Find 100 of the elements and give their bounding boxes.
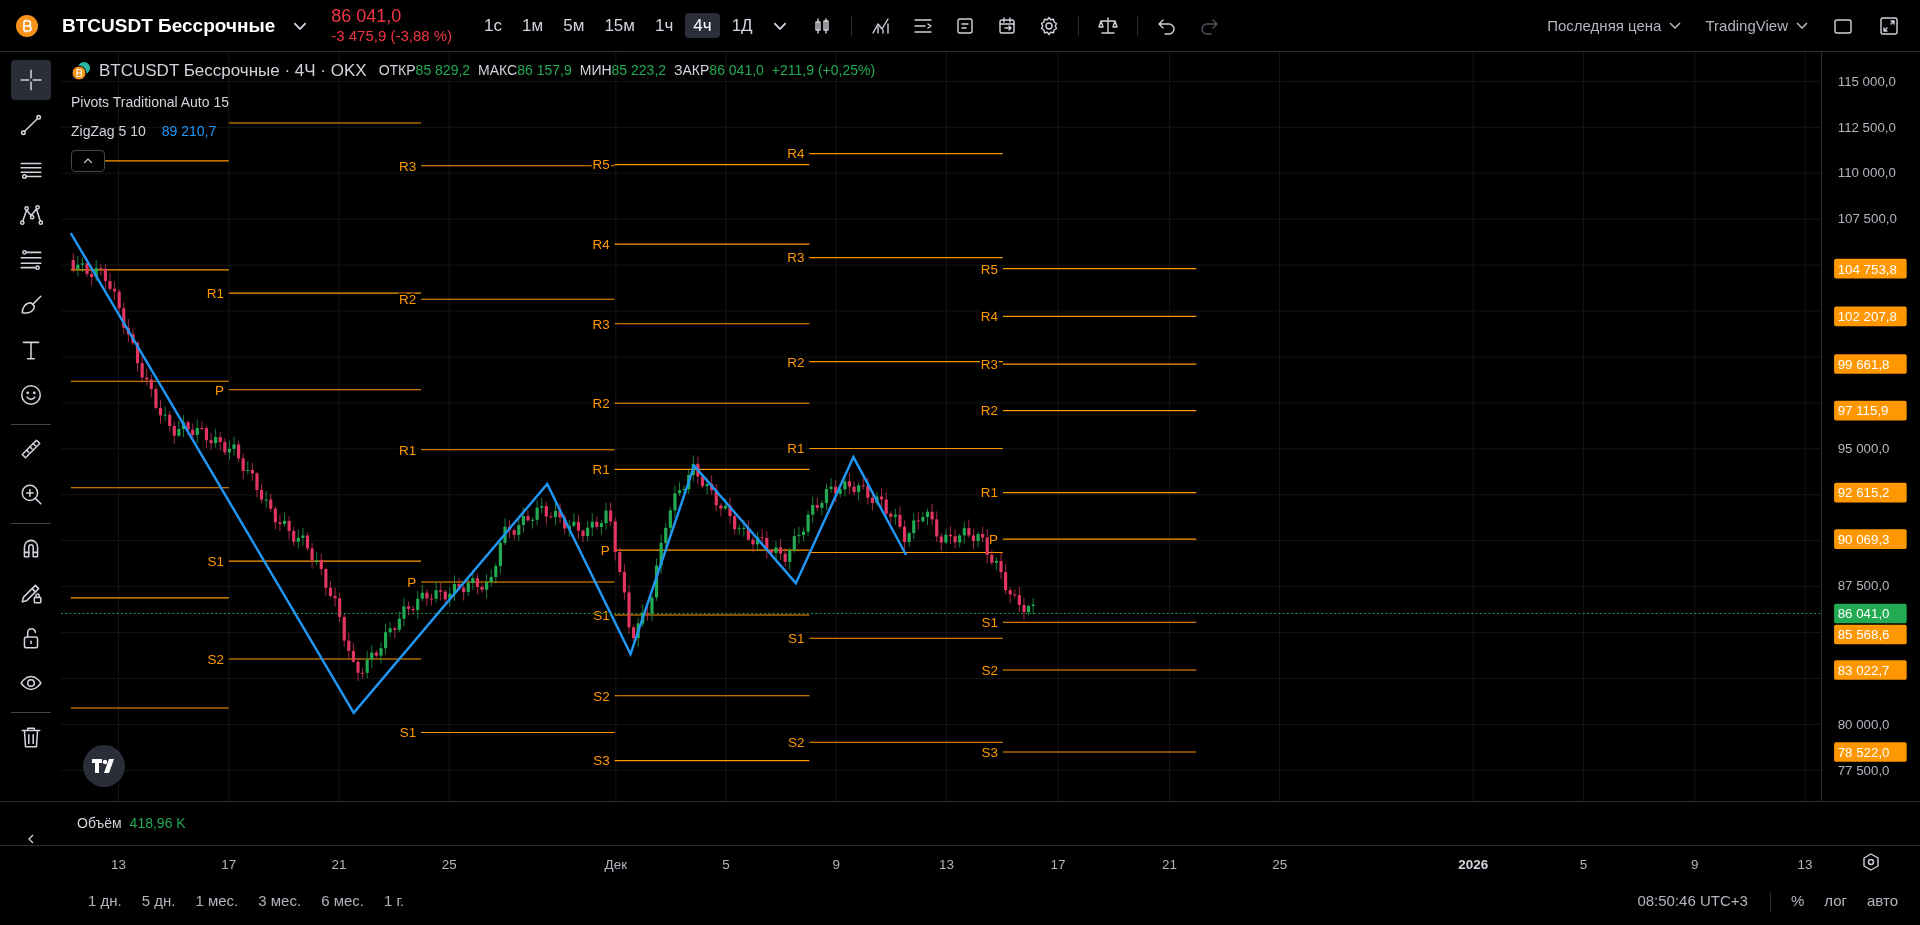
scale-log-toggle[interactable]: лог: [1818, 888, 1853, 915]
scale-auto-toggle[interactable]: авто: [1860, 888, 1904, 915]
time-axis-label: 21: [1161, 857, 1177, 873]
time-axis-label: 13: [1797, 857, 1813, 873]
pivot-level-label: S3: [593, 753, 610, 769]
pivot-level-label: P: [988, 532, 998, 547]
date-range-button[interactable]: 1 г.: [377, 888, 411, 915]
pivot-price-tag: 104 753,8: [1834, 258, 1907, 279]
layout-menu[interactable]: TradingView: [1697, 14, 1816, 37]
volume-label: Объём: [77, 814, 122, 833]
pivot-level-label: R2: [592, 396, 610, 412]
time-axis-label: 25: [1272, 857, 1288, 873]
pivot-level-label: S3: [981, 744, 998, 760]
time-axis-label: 17: [1050, 857, 1066, 873]
indicator-name: Pivots Traditional Auto 15: [71, 92, 229, 112]
price-tick-label: 107 500,0: [1837, 211, 1897, 227]
time-axis-label: Дек: [604, 857, 628, 873]
pivot-price-tag: 78 522,0: [1834, 742, 1907, 762]
time-axis-label: 9: [1691, 857, 1699, 873]
symbol-selector[interactable]: BTCUSDT Бессрочные: [54, 12, 316, 39]
time-axis-label: 13: [939, 857, 954, 873]
time-axis-label: 9: [832, 857, 841, 873]
ohlc-label: МИН: [579, 61, 612, 81]
pivot-level-label: S2: [207, 651, 224, 667]
interval-tab[interactable]: 5м: [555, 13, 593, 38]
ohlc-label: ОТКР: [378, 61, 416, 81]
price-tick-label: 110 000,0: [1837, 164, 1896, 180]
pivot-level-label: R3: [787, 250, 805, 266]
interval-tab[interactable]: 15м: [596, 13, 643, 38]
indicator-value: 89 210,7: [161, 121, 217, 141]
pivot-level-label: R4: [787, 146, 805, 162]
interval-tab[interactable]: 1Д: [723, 13, 761, 38]
scale-percent-toggle[interactable]: %: [1784, 888, 1811, 915]
pivot-level-label: S1: [399, 725, 417, 741]
pivot-price-tag: 97 115,9: [1834, 400, 1907, 421]
pivot-level-label: R2: [787, 354, 805, 370]
pivot-level-label: R5: [980, 261, 998, 277]
pivot-price-tag: 102 207,8: [1834, 306, 1907, 327]
pivot-level-label: S2: [787, 735, 805, 751]
pivot-level-label: S1: [787, 631, 805, 647]
volume-value: 418,96 K: [129, 814, 186, 833]
date-range-button[interactable]: 5 дн.: [135, 888, 182, 915]
pivot-level-label: R3: [398, 158, 417, 174]
ohlc-value: 86 041,0: [709, 61, 764, 81]
pivot-level-label: P: [600, 543, 610, 558]
ohlc-label: МАКС: [478, 61, 518, 81]
pivot-level-label: R1: [206, 286, 224, 301]
pivot-level-label: R4: [980, 309, 998, 325]
date-range-button[interactable]: 1 мес.: [189, 888, 245, 915]
price-tick-label: 95 000,0: [1837, 441, 1890, 457]
clock-time: 08:50:46 UTC+3: [1637, 891, 1748, 912]
time-axis-label: 13: [111, 857, 127, 873]
price-tick-label: 80 000,0: [1837, 716, 1890, 732]
ohlc-value: 85 829,2: [415, 61, 471, 81]
pivot-level-label: R1: [980, 485, 998, 501]
time-axis-label: 21: [331, 857, 347, 873]
pivot-level-label: P: [214, 382, 224, 398]
pivot-level-label: R1: [592, 462, 610, 478]
header-price-change: -3 475,9 (-3,88 %): [331, 27, 453, 47]
pivot-level-label: S1: [207, 554, 224, 569]
price-tick-label: 87 500,0: [1837, 578, 1890, 594]
price-tick-label: 112 500,0: [1837, 119, 1896, 135]
pivot-level-label: R1: [787, 441, 805, 457]
last-price-tag: 86 041,0: [1834, 603, 1907, 624]
pivot-price-tag: 92 615,2: [1834, 482, 1907, 503]
pivot-level-label: S1: [593, 607, 610, 623]
price-tick-label: 77 500,0: [1837, 763, 1890, 779]
time-axis-label: 17: [221, 857, 237, 873]
ohlc-value: 85 223,2: [611, 61, 667, 81]
price-tick-label: 115 000,0: [1837, 74, 1896, 90]
interval-tab[interactable]: 1ч: [647, 13, 682, 38]
indicator-name: ZigZag 5 10: [71, 121, 146, 141]
date-range-button[interactable]: 1 дн.: [82, 888, 128, 915]
pivot-price-tag: 99 661,8: [1834, 354, 1907, 374]
pivot-level-label: P: [407, 574, 417, 590]
date-range-button[interactable]: 3 мес.: [252, 888, 308, 915]
interval-tab[interactable]: 1м: [514, 13, 552, 38]
price-source-menu[interactable]: Последняя цена: [1539, 14, 1690, 37]
interval-tab[interactable]: 1с: [476, 13, 511, 38]
pivot-level-label: S2: [981, 662, 998, 678]
pivot-price-tag: 83 022,7: [1834, 660, 1907, 680]
pivot-level-label: R1: [398, 442, 417, 458]
ohlc-value: 86 157,9: [517, 61, 572, 81]
ohlc-label: ЗАКР: [674, 61, 710, 81]
pivot-level-label: R3: [592, 316, 610, 332]
time-axis-label: 5: [1579, 857, 1588, 873]
date-range-button[interactable]: 6 мес.: [315, 888, 370, 915]
interval-tab[interactable]: 4ч: [685, 13, 720, 38]
time-axis-label: 5: [722, 857, 730, 873]
header-price: 86 041,0: [331, 4, 403, 28]
legend-symbol-title: BTCUSDT Бессрочные · 4Ч · OKX: [99, 60, 367, 82]
pivot-level-label: S1: [981, 615, 998, 631]
pivot-level-label: S2: [593, 688, 610, 704]
pivot-level-label: R4: [592, 237, 610, 253]
time-axis-label: 25: [441, 857, 457, 873]
pivot-price-tag: 90 069,3: [1834, 529, 1907, 549]
pivot-price-tag: 85 568,6: [1834, 624, 1907, 645]
pivot-level-label: R2: [398, 292, 417, 308]
legend-change: +211,9 (+0,25%): [771, 61, 876, 81]
pivot-level-label: R2: [980, 403, 998, 419]
